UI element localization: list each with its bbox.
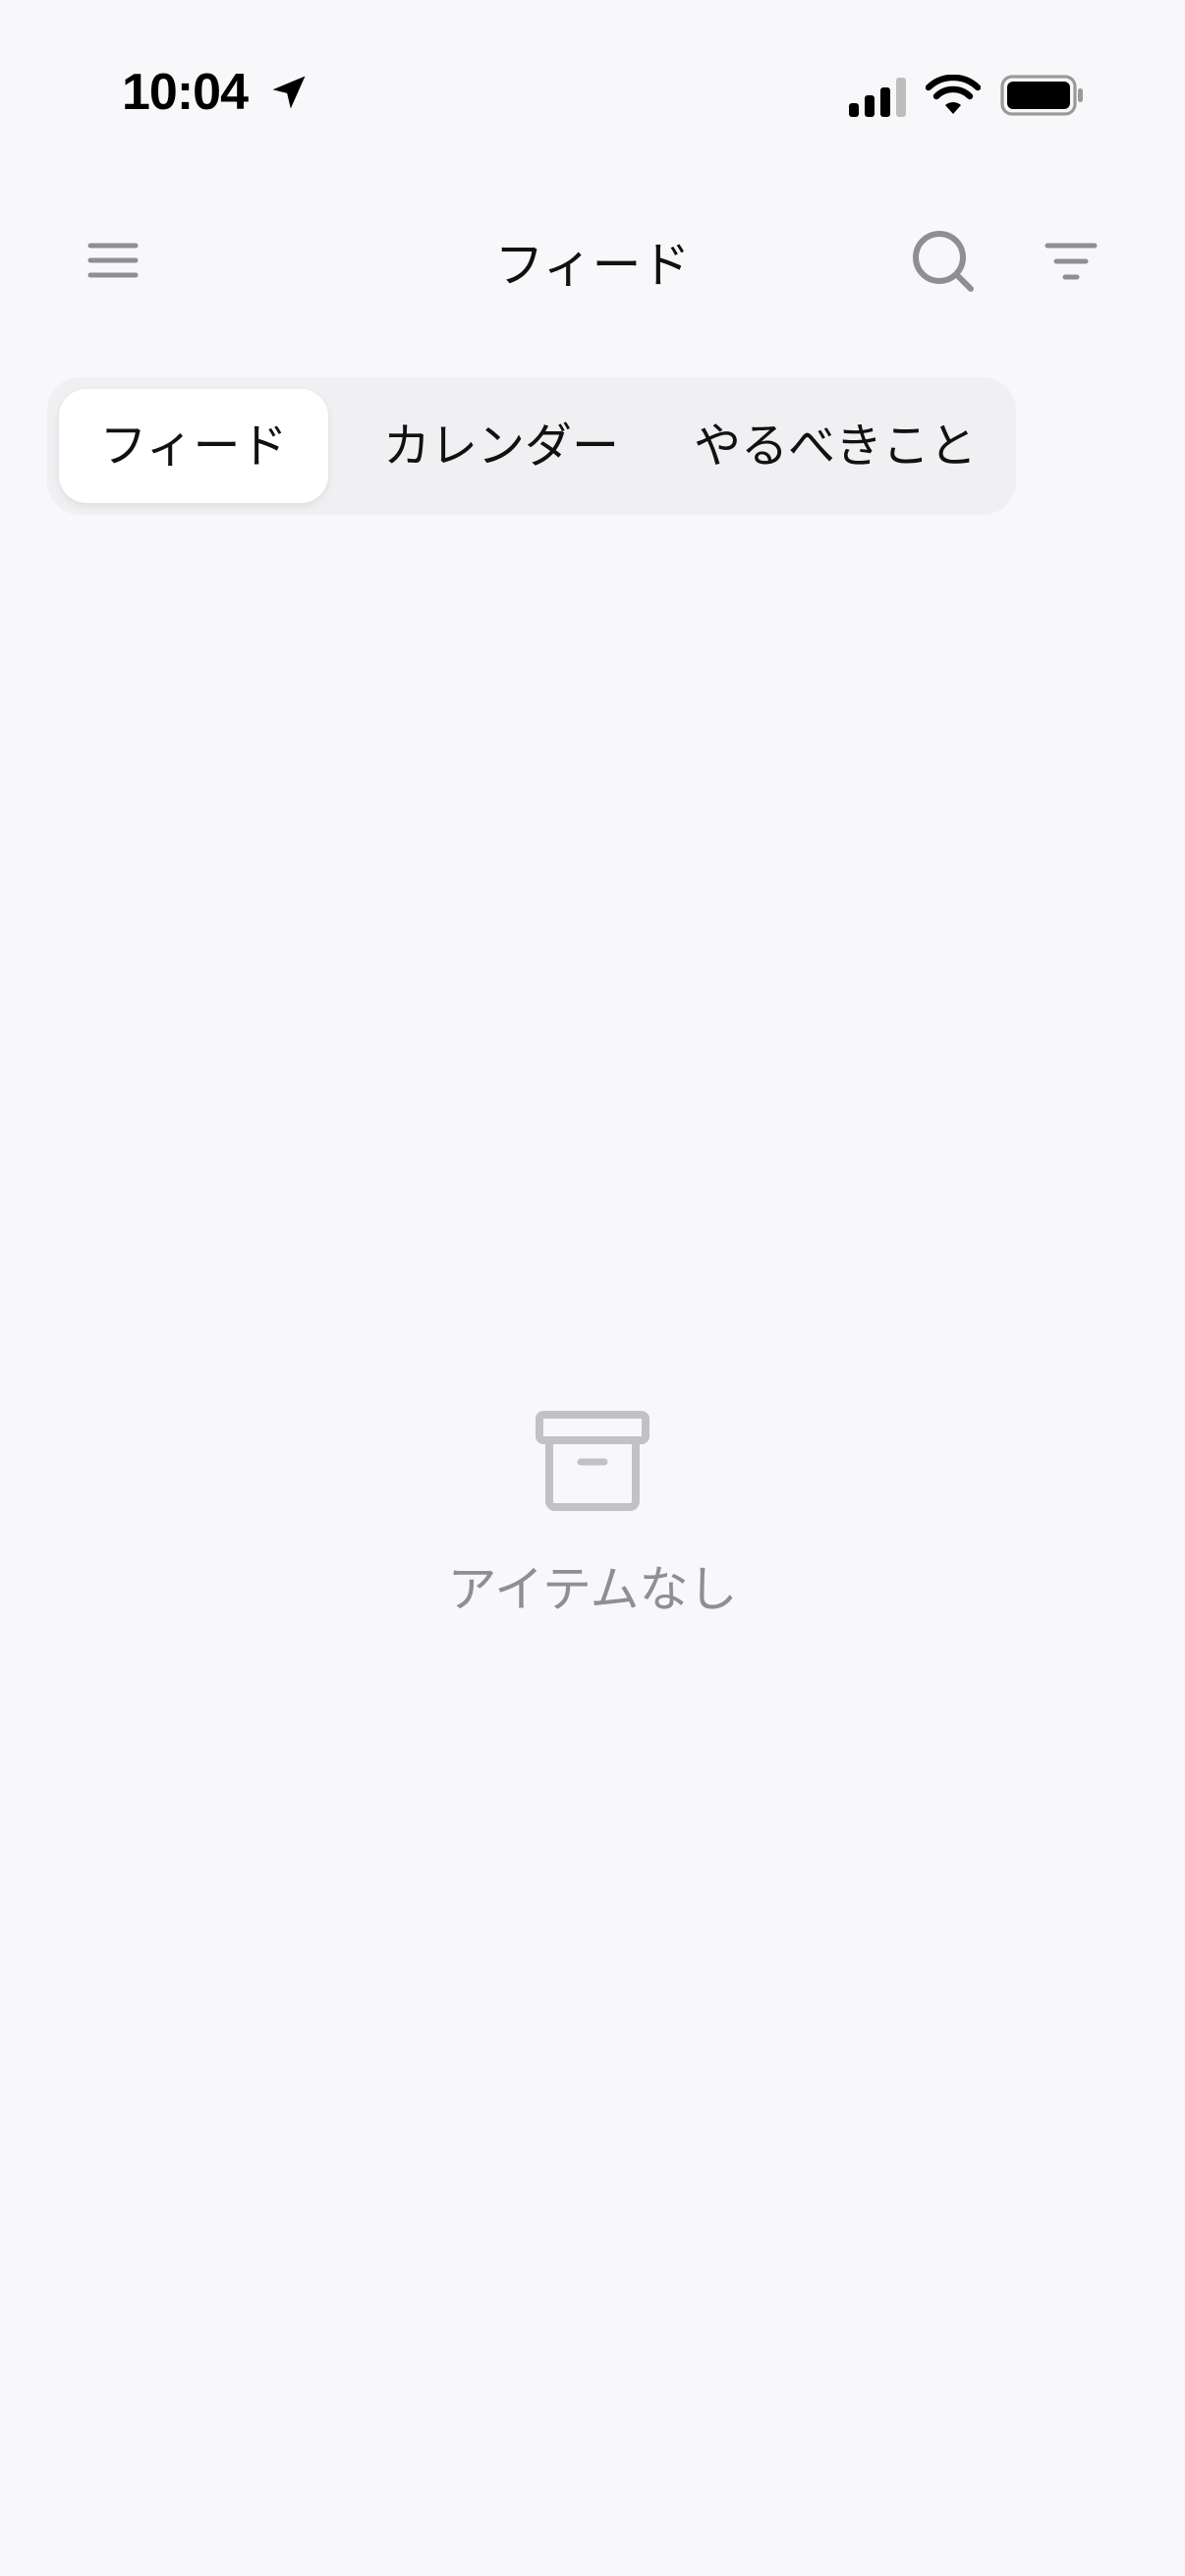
archive-box-icon — [536, 1411, 649, 1511]
status-bar: 10:04 — [0, 0, 1185, 187]
tab-feed[interactable]: フィード — [59, 389, 328, 503]
battery-icon — [1000, 75, 1083, 116]
filter-icon[interactable] — [1040, 230, 1102, 293]
empty-message: アイテムなし — [447, 1561, 738, 1618]
cellular-signal-icon — [849, 78, 906, 117]
navigation-bar: フィード — [0, 206, 1185, 314]
page-title: フィード — [494, 237, 691, 294]
tab-todo[interactable]: やるべきこと — [668, 389, 1002, 503]
empty-state: アイテムなし — [0, 1411, 1185, 1621]
status-time: 10:04 — [122, 64, 249, 121]
search-icon[interactable] — [908, 226, 979, 297]
tab-calendar[interactable]: カレンダー — [354, 389, 649, 503]
location-arrow-icon — [272, 76, 306, 109]
wifi-icon — [926, 75, 981, 114]
view-segmented-control: フィード カレンダー やるべきこと — [47, 377, 1016, 515]
